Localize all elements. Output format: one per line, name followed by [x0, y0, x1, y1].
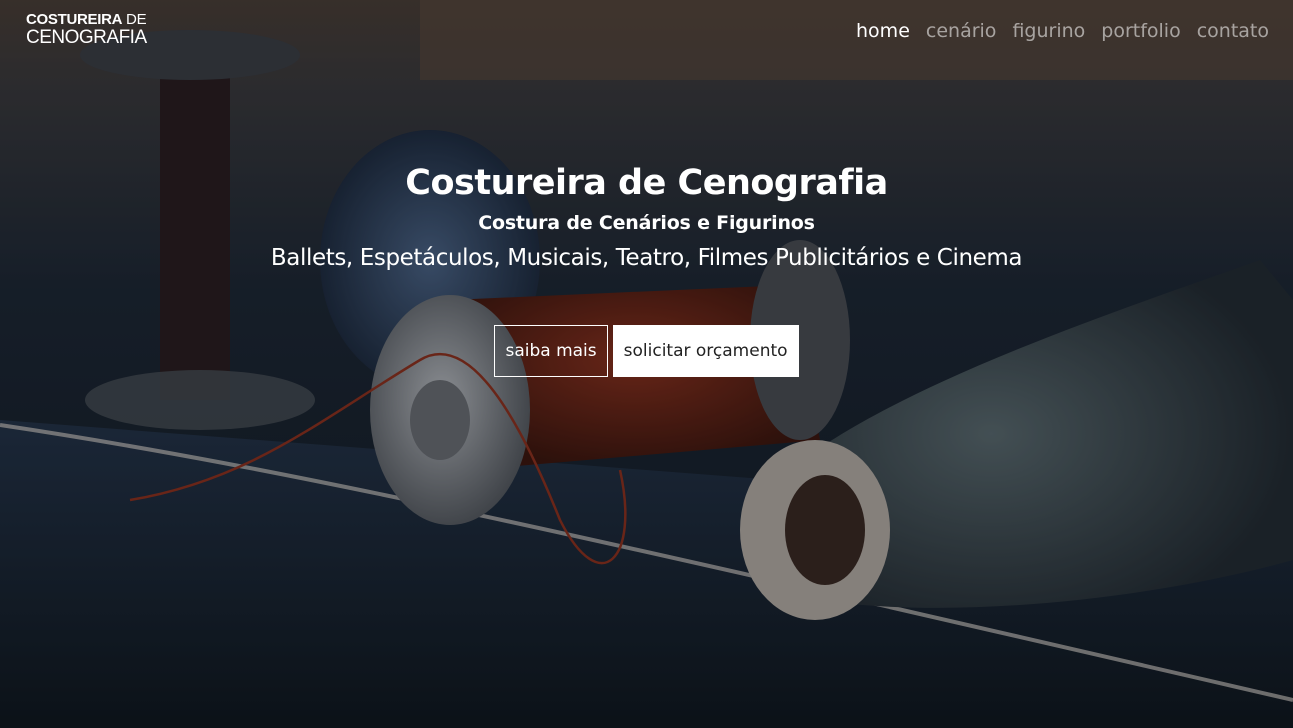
nav-item-contato[interactable]: contato: [1197, 20, 1269, 42]
nav-item-cenario[interactable]: cenário: [926, 20, 997, 42]
main-nav: home cenário figurino portfolio contato: [856, 20, 1269, 42]
logo-word-de: DE: [126, 11, 147, 28]
site-logo[interactable]: COSTUREIRA DE CENOGRAFIA: [26, 12, 147, 47]
hero-tagline: Ballets, Espetáculos, Musicais, Teatro, …: [270, 245, 1023, 271]
saiba-mais-button[interactable]: saiba mais: [494, 325, 608, 377]
nav-item-figurino[interactable]: figurino: [1012, 20, 1085, 42]
hero-content: Costureira de Cenografia Costura de Cená…: [0, 158, 1293, 274]
hero-buttons: saiba mais solicitar orçamento: [0, 325, 1293, 377]
hero-title: Costureira de Cenografia: [405, 163, 888, 203]
solicitar-orcamento-button[interactable]: solicitar orçamento: [612, 325, 799, 377]
logo-word-costureira: COSTUREIRA: [26, 11, 123, 28]
hero-subtitle: Costura de Cenários e Figurinos: [478, 212, 815, 234]
nav-item-portfolio[interactable]: portfolio: [1101, 20, 1180, 42]
hero-section: COSTUREIRA DE CENOGRAFIA home cenário fi…: [0, 0, 1293, 728]
logo-word-cenografia: CENOGRAFIA: [26, 27, 147, 48]
logo-line1: COSTUREIRA DE: [26, 12, 147, 27]
nav-item-home[interactable]: home: [856, 20, 910, 42]
